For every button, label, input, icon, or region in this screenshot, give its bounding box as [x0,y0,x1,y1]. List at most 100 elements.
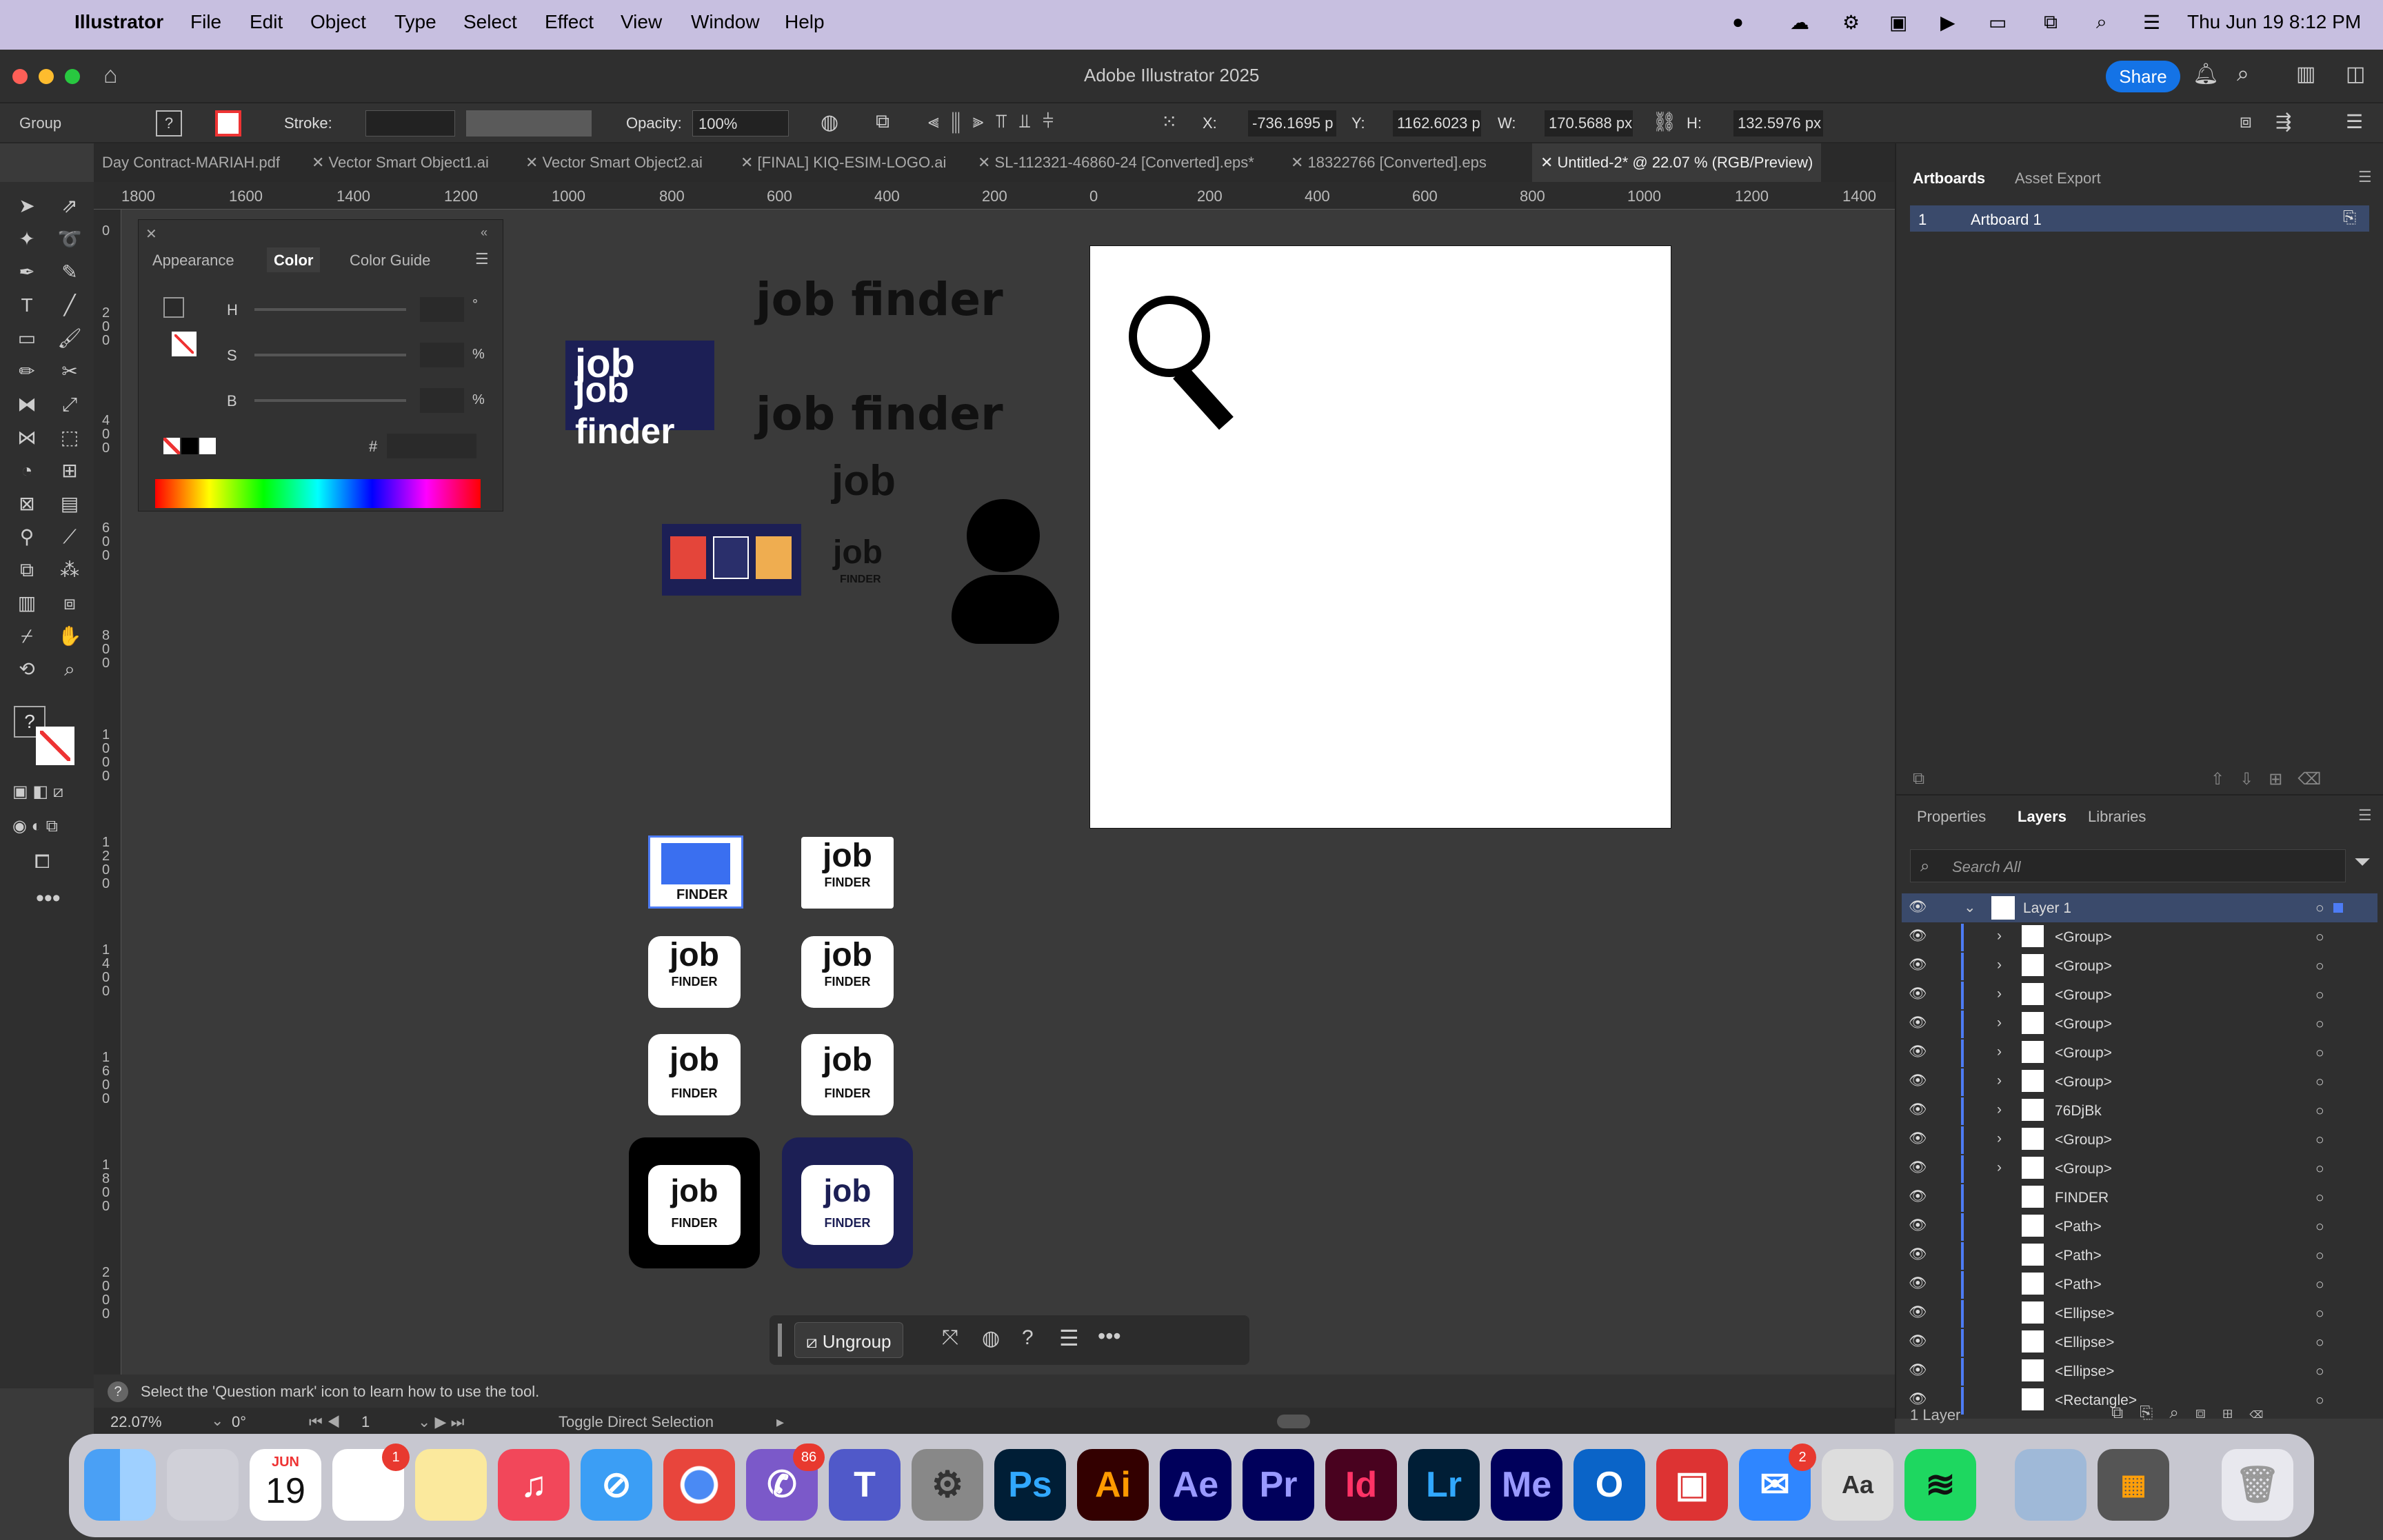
rearrange-icon[interactable]: ⧉ [1913,769,1924,789]
teams-app-icon[interactable]: T [829,1449,901,1521]
outlook-app-icon[interactable]: O [1573,1449,1645,1521]
menu-icon[interactable]: ☰ [1059,1325,1079,1351]
artboard-1[interactable] [1089,245,1671,829]
x-field[interactable]: -736.1695 p [1248,110,1336,136]
h-slider[interactable] [254,308,406,311]
curvature-tool-icon[interactable]: ✎ [54,256,86,288]
align-buttons[interactable]: ⫷⫼⫸⫪⫫⫩ [928,110,1066,133]
viber-app-icon[interactable]: ✆ 86 [746,1443,825,1521]
layer-row[interactable]: 👁︎ <Ellipse> ○ [1902,1328,2377,1357]
panels-icon[interactable]: ◫ [2346,62,2365,86]
stroke-color-icon[interactable] [36,727,74,765]
perspective-grid-tool-icon[interactable]: ⊞ [54,455,86,487]
visibility-eye-icon[interactable]: 👁︎ [1909,1044,1927,1060]
wordmark-job-finder[interactable]: job finder [756,387,1003,440]
tab-document[interactable]: ✕ 18322766 [Converted].eps [1291,143,1487,182]
icon-variant-navy[interactable]: job FINDER [782,1137,913,1268]
calculator-app-icon[interactable]: ▦ [2098,1449,2169,1521]
photo-booth-app-icon[interactable]: ▣ [1656,1449,1728,1521]
visibility-eye-icon[interactable]: 👁︎ [1909,1217,1927,1234]
chevron-right-icon[interactable]: › [1997,928,2002,944]
visibility-eye-icon[interactable]: 👁︎ [1909,1015,1927,1031]
magnifier-lens[interactable] [1129,296,1210,377]
search-icon[interactable]: ⌕ [2096,11,2107,34]
chevron-right-icon[interactable]: › [1997,1044,2002,1060]
close-icon[interactable]: ✕ [145,225,157,243]
canvas[interactable]: ✕ « Appearance Color Color Guide ☰ H ° S… [121,210,1884,1368]
stroke-swatch[interactable] [172,332,197,356]
target-icon[interactable]: ○ [2315,1277,2324,1293]
home-icon[interactable]: ⌂ [103,62,118,89]
graph-tool-icon[interactable]: ▥ [11,587,43,619]
more-icon[interactable]: ••• [1098,1324,1121,1349]
spotify-app-icon[interactable]: ≋ [1904,1449,1976,1521]
edit-toolbar-icon[interactable]: ••• [36,885,61,912]
pen-tool-icon[interactable]: ✒ [11,256,43,288]
visibility-eye-icon[interactable]: 👁︎ [1909,986,1927,1002]
control-menu-icon[interactable]: ☰ [2346,110,2363,133]
menu-effect[interactable]: Effect [545,11,594,33]
chevron-right-icon[interactable]: › [1997,1015,2002,1031]
chevron-right-icon[interactable]: › [1997,1131,2002,1147]
layers-search-input[interactable]: ⌕ Search All [1910,849,2346,882]
hex-field[interactable] [387,434,476,458]
control-center-icon[interactable]: ☰ [2143,11,2160,34]
isolate-icon[interactable]: ⤧ [942,1326,958,1350]
menu-type[interactable]: Type [394,11,436,33]
after-effects-app-icon[interactable]: Ae [1160,1449,1231,1521]
tab-appearance[interactable]: Appearance [152,252,234,270]
indesign-app-icon[interactable]: Id [1325,1449,1397,1521]
preview-app-icon[interactable] [2015,1449,2087,1521]
direct-selection-tool-icon[interactable]: ⇗ [54,190,86,222]
person-head[interactable] [967,499,1040,572]
layer-row[interactable]: 👁︎ <Path> ○ [1902,1241,2377,1270]
menu-edit[interactable]: Edit [250,11,283,33]
recolor-icon[interactable]: ◍ [821,110,838,134]
artboard-row[interactable]: 1 Artboard 1 ⎘ [1910,205,2369,232]
free-transform-tool-icon[interactable]: ⬚ [54,422,86,454]
target-icon[interactable]: ○ [2315,1045,2324,1062]
play-icon[interactable]: ▶ [1940,11,1955,34]
layer-row[interactable]: 👁︎ › <Group> ○ [1902,980,2377,1009]
black-swatch[interactable] [181,438,198,454]
help-icon[interactable]: ? [1022,1326,1034,1350]
hand-tool-icon[interactable]: ✋ [54,620,86,652]
symbol-sprayer-tool-icon[interactable]: ⁂ [54,554,86,586]
safari-app-icon[interactable]: ⊘ [581,1449,652,1521]
screen-mirror-icon[interactable]: ⧉ [2044,11,2058,34]
target-icon[interactable]: ○ [2315,900,2324,917]
isolate-icon[interactable]: ⇶ [2275,110,2291,133]
layer-row[interactable]: 👁︎ › <Group> ○ [1902,922,2377,951]
tab-libraries[interactable]: Libraries [2088,808,2146,826]
collapse-icon[interactable]: « [481,225,487,240]
chevron-right-icon[interactable]: › [1997,1073,2002,1089]
current-tool[interactable]: Toggle Direct Selection [559,1413,714,1431]
icon-variant[interactable]: job FINDER [801,936,894,1008]
minimize-window-button[interactable] [39,69,54,84]
eyedropper-tool-icon[interactable]: ⚲ [11,521,43,553]
layer-row[interactable]: 👁︎ › 76DjBk ○ [1902,1096,2377,1125]
notes-app-icon[interactable] [415,1449,487,1521]
recolor-icon[interactable]: ◍ [982,1326,1000,1350]
chrome-app-icon[interactable] [663,1449,735,1521]
icon-variant[interactable]: job FINDER [801,837,894,909]
layer-row[interactable]: 👁︎ <Ellipse> ○ [1902,1357,2377,1386]
layer-row[interactable]: 👁︎ <Ellipse> ○ [1902,1299,2377,1328]
panel-menu-icon[interactable]: ☰ [2358,168,2372,186]
tab-layers[interactable]: Layers [2018,808,2067,826]
target-icon[interactable]: ○ [2315,1219,2324,1235]
battery-icon[interactable]: ▭ [1989,11,2007,34]
icon-variant-briefcase[interactable]: job FINDER [801,1034,894,1115]
menu-view[interactable]: View [621,11,662,33]
artboard-options-icon[interactable]: ⎘ [2343,208,2356,227]
layer-row[interactable]: 👁︎ › <Group> ○ [1902,1009,2377,1038]
gradient-tool-icon[interactable]: ▤ [54,488,86,520]
visibility-eye-icon[interactable]: 👁︎ [1909,1362,1927,1379]
stroke-weight-field[interactable] [365,110,455,136]
visibility-eye-icon[interactable]: 👁︎ [1909,899,1927,915]
illustrator-app-icon[interactable]: Ai [1077,1449,1149,1521]
shape-builder-tool-icon[interactable]: ◔ [11,455,43,487]
layer-row[interactable]: 👁︎ › <Group> ○ [1902,1038,2377,1067]
media-encoder-app-icon[interactable]: Me [1491,1449,1562,1521]
rotate-view-tool-icon[interactable]: ⟲ [11,654,43,685]
